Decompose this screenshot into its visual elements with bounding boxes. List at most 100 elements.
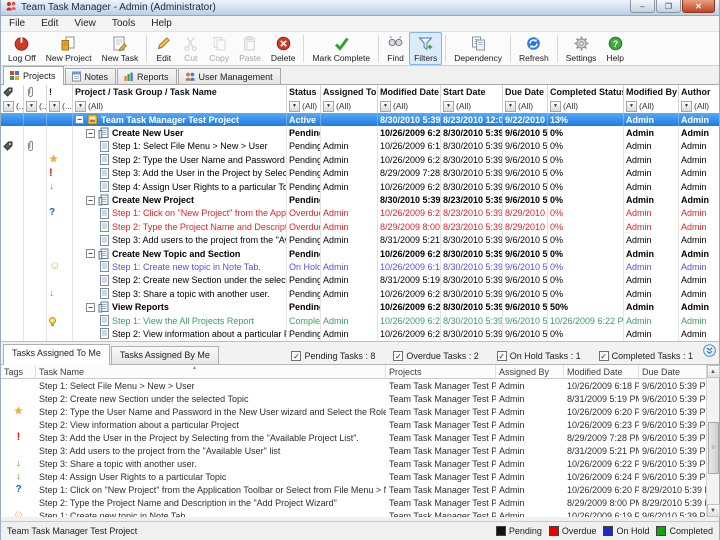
restore-button[interactable]: ❐ [656,0,681,13]
table-row[interactable]: ?Step 1: Click on "New Project" from the… [1,483,719,496]
table-row[interactable]: Step 2: Type the Project Name and Descri… [1,496,719,509]
bottom-column-header-projects[interactable]: Projects [386,365,496,379]
column-header-priority[interactable]: ! [47,85,73,99]
column-header-author[interactable]: Author [679,85,719,99]
filter-dropdown-icon[interactable]: ▼ [443,101,454,112]
filter-checkbox-pending-tasks[interactable]: ✓Pending Tasks : 8 [291,351,375,361]
filter-dropdown-icon[interactable]: ▼ [681,101,692,112]
filter-dropdown-icon[interactable]: ▼ [75,101,86,112]
toolbar-new-project-button[interactable]: New Project [41,32,97,65]
column-header-due[interactable]: Due Date [503,85,548,99]
filter-dropdown-icon[interactable]: ▼ [323,101,334,112]
column-header-assigned[interactable]: Assigned To [321,85,378,99]
task-group-row[interactable]: −Create New ProjectPending8/30/2010 5:39… [1,193,719,206]
table-row[interactable]: ↓Step 4: Assign User Rights to a particu… [1,470,719,483]
task-group-row[interactable]: −View ReportsPending10/26/2009 6:28/30/2… [1,300,719,313]
checkbox-icon[interactable]: ✓ [599,351,609,361]
filter-checkbox-on-hold-tasks[interactable]: ✓On Hold Tasks : 1 [497,351,581,361]
task-row[interactable]: ↓Step 3: Share a topic with another user… [1,287,719,300]
table-row[interactable]: ★Step 2: Type the User Name and Password… [1,405,719,418]
filter-dropdown-icon[interactable]: ▼ [626,101,637,112]
scroll-down-icon[interactable]: ▼ [707,504,720,517]
toolbar-dependency-button[interactable]: Dependency [449,32,507,65]
checkbox-icon[interactable]: ✓ [497,351,507,361]
expand-collapse-toggle[interactable]: − [75,115,84,124]
toolbar-filters-button[interactable]: Filters [409,32,442,65]
checkbox-icon[interactable]: ✓ [393,351,403,361]
task-row[interactable]: Step 2: Type the Project Name and Descri… [1,220,719,233]
task-row[interactable]: Step 2: Create new Section under the sel… [1,274,719,287]
tab-notes[interactable]: Notes [65,68,117,85]
task-row[interactable]: !Step 3: Add the User in the Project by … [1,167,719,180]
tab-reports[interactable]: Reports [117,68,177,85]
column-header-name[interactable]: Project / Task Group / Task Name [73,85,287,99]
toolbar-help-button[interactable]: ?Help [601,32,628,65]
menu-item-file[interactable]: File [1,18,33,29]
column-header-start[interactable]: Start Date [441,85,503,99]
task-row[interactable]: ★Step 2: Type the User Name and Password… [1,153,719,166]
scrollbar-thumb[interactable]: ≡ [708,422,719,474]
collapse-panel-icon[interactable] [703,344,716,362]
task-row[interactable]: ?Step 1: Click on "New Project" from the… [1,207,719,220]
vertical-scrollbar[interactable]: ▲ ≡ ▼ [706,365,719,517]
table-row[interactable]: Step 3: Add users to the project from th… [1,444,719,457]
task-row[interactable]: Step 2: View information about a particu… [1,327,719,340]
menu-item-tools[interactable]: Tools [104,18,143,29]
expand-collapse-toggle[interactable]: − [86,129,95,138]
toolbar-delete-button[interactable]: Delete [266,32,301,65]
filter-dropdown-icon[interactable]: ▼ [49,101,60,112]
filter-dropdown-icon[interactable]: ▼ [505,101,516,112]
tab-tasks-assigned-to-me[interactable]: Tasks Assigned To Me [3,344,110,365]
menu-item-edit[interactable]: Edit [33,18,66,29]
tab-user-management[interactable]: User Management [178,68,281,85]
filter-dropdown-icon[interactable]: ▼ [3,101,14,112]
tab-projects[interactable]: Projects [3,66,64,85]
table-row[interactable]: Step 1: Select File Menu > New > UserTea… [1,379,719,392]
bottom-column-header-assigned-by[interactable]: Assigned By [496,365,564,379]
filter-checkbox-completed-tasks[interactable]: ✓Completed Tasks : 1 [599,351,693,361]
checkbox-icon[interactable]: ✓ [291,351,301,361]
task-row[interactable]: Step 1: Select File Menu > New > UserPen… [1,140,719,153]
column-header-tag[interactable] [1,85,24,99]
tab-tasks-assigned-by-me[interactable]: Tasks Assigned By Me [111,346,219,365]
toolbar-edit-button[interactable]: Edit [150,32,177,65]
project-row[interactable]: −Team Task Manager Test ProjectActive8/3… [1,113,719,126]
table-row[interactable]: Step 2: View information about a particu… [1,418,719,431]
bottom-column-header-tags[interactable]: Tags [1,365,36,379]
toolbar-new-task-button[interactable]: New Task [97,32,144,65]
toolbar-find-button[interactable]: Find [382,32,409,65]
bottom-column-header-modified-date[interactable]: Modified Date [564,365,639,379]
column-header-modified_by[interactable]: Modified By [624,85,679,99]
table-row[interactable]: !Step 3: Add the User in the Project by … [1,431,719,444]
filter-dropdown-icon[interactable]: ▼ [380,101,391,112]
task-row[interactable]: Step 1: View the All Projects ReportComp… [1,314,719,327]
task-row[interactable]: ↓Step 4: Assign User Rights to a particu… [1,180,719,193]
expand-collapse-toggle[interactable]: − [86,303,95,312]
filter-dropdown-icon[interactable]: ▼ [26,101,37,112]
toolbar-settings-button[interactable]: Settings [561,32,602,65]
bottom-column-header-due-date[interactable]: Due Date [639,365,709,379]
expand-collapse-toggle[interactable]: − [86,249,95,258]
toolbar-refresh-button[interactable]: Refresh [514,32,554,65]
toolbar-log-off-button[interactable]: Log Off [3,32,41,65]
menu-item-view[interactable]: View [66,18,104,29]
minimize-button[interactable]: – [630,0,655,13]
toolbar-mark-complete-button[interactable]: Mark Complete [307,32,375,65]
menu-item-help[interactable]: Help [143,18,180,29]
bottom-column-header-task-name[interactable]: Task Name▴ [36,365,386,379]
expand-collapse-toggle[interactable]: − [86,196,95,205]
filter-dropdown-icon[interactable]: ▼ [550,101,561,112]
column-header-modified[interactable]: Modified Date [378,85,441,99]
task-row[interactable]: ☺Step 1: Create new topic in Note Tab.On… [1,260,719,273]
task-row[interactable]: Step 3: Add users to the project from th… [1,234,719,247]
filter-dropdown-icon[interactable]: ▼ [289,101,300,112]
column-header-clip[interactable] [24,85,47,99]
filter-checkbox-overdue-tasks[interactable]: ✓Overdue Tasks : 2 [393,351,478,361]
task-group-row[interactable]: −Create New Topic and SectionPending10/2… [1,247,719,260]
column-header-status[interactable]: Status [287,85,321,99]
table-row[interactable]: ↓Step 3: Share a topic with another user… [1,457,719,470]
table-row[interactable]: Step 2: Create new Section under the sel… [1,392,719,405]
column-header-completed[interactable]: Completed Status [548,85,624,99]
task-group-row[interactable]: −Create New UserPending10/26/2009 6:28/3… [1,126,719,139]
scroll-up-icon[interactable]: ▲ [707,365,720,378]
